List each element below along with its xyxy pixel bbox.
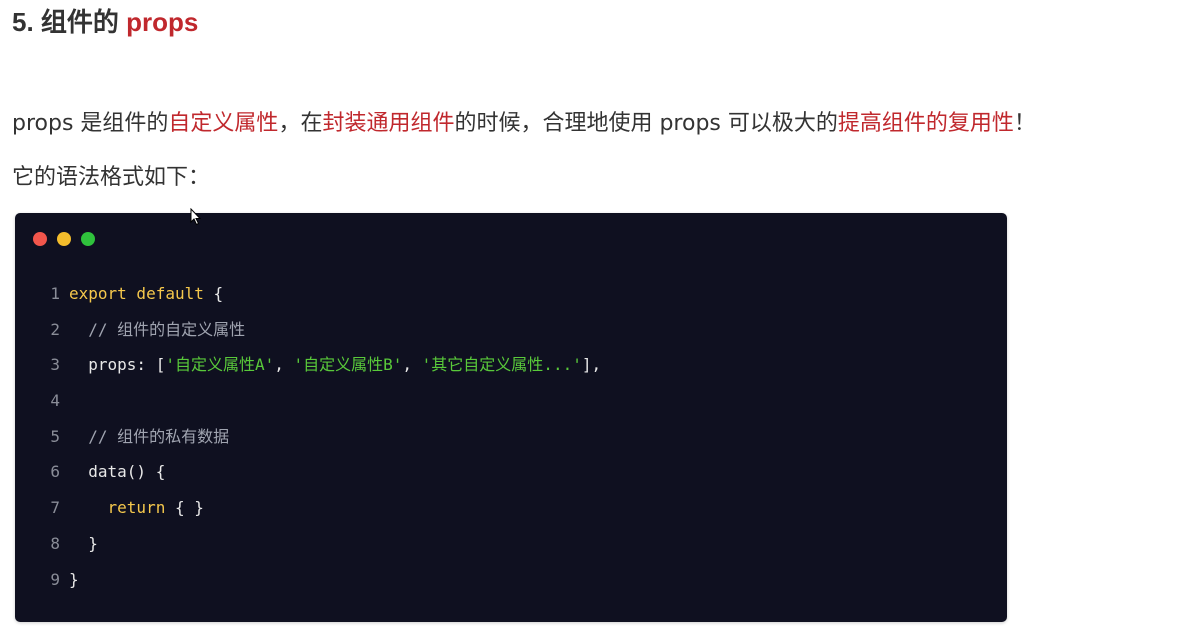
code-line: 5 // 组件的私有数据 xyxy=(15,419,601,455)
code-string: '自定义属性A' xyxy=(165,355,275,375)
code-text: } xyxy=(69,569,79,589)
section-heading: 5. 组件的 props xyxy=(12,4,198,40)
code-line: 3 props: ['自定义属性A', '自定义属性B', '其它自定义属性..… xyxy=(15,347,601,383)
code-comment: // 组件的私有数据 xyxy=(69,426,230,446)
code-keyword: export default xyxy=(69,284,204,303)
code-text: { } xyxy=(165,498,204,518)
code-comment: // 组件的自定义属性 xyxy=(69,319,246,339)
line-number: 1 xyxy=(50,284,60,303)
line-number: 2 xyxy=(50,319,60,339)
line-number: 4 xyxy=(50,391,60,411)
window-controls xyxy=(33,232,95,246)
intro-text-1: props 是组件的 xyxy=(12,111,169,136)
intro-text-2: ，在 xyxy=(278,111,323,136)
close-dot-icon xyxy=(33,232,47,246)
code-line: 6 data() { xyxy=(15,454,601,490)
code-line: 8 } xyxy=(15,526,601,562)
code-block: 1 export default { 2 // 组件的自定义属性 3 props:… xyxy=(15,213,1007,622)
code-line: 4 xyxy=(15,383,601,419)
line-number: 6 xyxy=(50,462,60,482)
code-string: '自定义属性B' xyxy=(293,355,403,375)
code-text: } xyxy=(69,533,98,553)
code-text: ], xyxy=(581,355,602,375)
syntax-intro-paragraph: 它的语法格式如下： xyxy=(12,165,211,190)
code-line: 2 // 组件的自定义属性 xyxy=(15,312,601,348)
heading-highlight: props xyxy=(126,7,199,37)
code-line: 9} xyxy=(15,562,601,598)
maximize-dot-icon xyxy=(81,232,95,246)
minimize-dot-icon xyxy=(57,232,71,246)
intro-emphasis-2: 封装通用组件 xyxy=(322,111,455,136)
code-string: '其它自定义属性...' xyxy=(421,355,582,375)
line-number: 5 xyxy=(50,426,60,446)
line-number: 9 xyxy=(50,569,60,589)
heading-prefix: 5. 组件的 xyxy=(12,7,127,37)
intro-emphasis-1: 自定义属性 xyxy=(168,111,279,136)
line-number: 8 xyxy=(50,533,60,553)
code-lines: 1 export default { 2 // 组件的自定义属性 3 props:… xyxy=(15,276,601,597)
line-number: 7 xyxy=(50,498,60,518)
line-number: 3 xyxy=(50,355,60,375)
intro-paragraph: props 是组件的自定义属性，在封装通用组件的时候，合理地使用 props 可… xyxy=(12,108,1036,140)
code-line: 7 return { } xyxy=(15,490,601,526)
intro-text-4: ！ xyxy=(1013,111,1036,136)
code-keyword: return xyxy=(107,498,166,518)
mouse-pointer-icon xyxy=(190,208,202,226)
code-text: , xyxy=(274,355,294,375)
code-line: 1 export default { xyxy=(15,276,601,312)
intro-text-3: 的时候，合理地使用 props 可以极大的 xyxy=(454,111,838,136)
code-text: data() { xyxy=(69,462,166,482)
code-text: { xyxy=(203,284,224,303)
code-text: , xyxy=(402,355,422,375)
code-text: props: [ xyxy=(69,355,166,375)
intro-emphasis-3: 提高组件的复用性 xyxy=(837,111,1014,136)
